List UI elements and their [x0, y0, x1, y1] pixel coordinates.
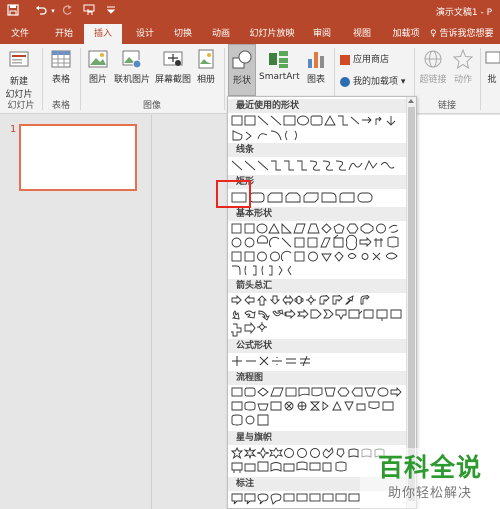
tab-review[interactable]: 审阅	[304, 24, 340, 44]
my-addins-icon	[340, 76, 350, 87]
new-slide-icon	[9, 51, 29, 67]
watermark-logo: 百科全说	[377, 453, 482, 482]
shapes-label: 形状	[232, 76, 251, 86]
save-icon[interactable]	[6, 4, 20, 18]
section-flowchart: 流程图	[228, 371, 406, 385]
my-addins-button[interactable]: 我的加载项 ▾	[340, 74, 405, 87]
tab-design[interactable]: 设计	[126, 24, 164, 44]
section-lines: 线条	[228, 143, 406, 157]
tab-view[interactable]: 视图	[344, 24, 380, 44]
tab-transitions[interactable]: 切换	[164, 24, 202, 44]
tab-slideshow[interactable]: 幻灯片放映	[244, 24, 300, 44]
globe-icon	[424, 50, 442, 68]
pictures-label: 图片	[88, 75, 107, 85]
tell-me-search[interactable]: ♀ 告诉我您想要	[430, 24, 500, 44]
tab-addins[interactable]: 加载项	[386, 24, 426, 44]
new-slide-button[interactable]: 新建 幻灯片	[4, 48, 34, 100]
smartart-icon	[269, 51, 288, 68]
watermark-subtitle: 助你轻松解决	[387, 486, 472, 501]
smartart-button[interactable]: SmartArt	[259, 48, 300, 82]
section-stars-banners: 星与旗帜	[228, 431, 406, 445]
slide-thumbnail[interactable]	[19, 124, 137, 191]
shapes-icon	[232, 50, 252, 69]
pictures-button[interactable]: 图片	[86, 48, 110, 85]
new-slide-label: 新建	[9, 77, 28, 87]
scrollbar-thumb[interactable]	[408, 107, 415, 501]
lines-row[interactable]	[231, 159, 409, 173]
chevron-down-icon: ▾	[398, 77, 406, 87]
equation-shapes-row[interactable]	[231, 355, 409, 369]
rectangles-row[interactable]	[231, 191, 409, 205]
store-label: 应用商店	[353, 55, 390, 65]
hyperlink-label: 超链接	[419, 75, 447, 85]
section-rectangles: 矩形	[228, 175, 406, 189]
smartart-label: SmartArt	[259, 72, 300, 82]
scroll-up-arrow-icon[interactable]	[408, 99, 414, 103]
screenshot-button[interactable]: 屏幕截图	[154, 48, 192, 85]
picture-icon	[88, 50, 108, 68]
comment-icon	[485, 51, 500, 64]
table-icon	[51, 50, 71, 68]
album-icon	[198, 49, 214, 69]
shapes-button[interactable]: 形状	[228, 44, 256, 96]
tab-file[interactable]: 文件	[0, 24, 40, 44]
comment-button[interactable]: 批	[484, 48, 500, 85]
online-pictures-button[interactable]: 联机图片	[112, 48, 152, 85]
section-basic-shapes: 基本形状	[228, 207, 406, 221]
section-block-arrows: 箭头总汇	[228, 279, 406, 293]
table-button[interactable]: 表格	[48, 48, 74, 85]
chart-icon	[308, 52, 324, 68]
group-links-label: 链接	[437, 101, 456, 111]
slide-thumbnail-pane: 1	[0, 115, 152, 509]
tab-home[interactable]: 开始	[44, 24, 84, 44]
online-pictures-label: 联机图片	[113, 75, 150, 85]
section-equation-shapes: 公式形状	[228, 339, 406, 353]
online-picture-icon	[122, 50, 142, 69]
slide-number: 1	[10, 124, 17, 135]
comment-label: 批	[487, 75, 497, 85]
action-label: 动作	[453, 75, 472, 85]
hyperlink-button[interactable]: 超链接	[418, 48, 448, 85]
table-label: 表格	[51, 75, 70, 85]
chart-button[interactable]: 图表	[303, 48, 329, 85]
redo-icon[interactable]	[60, 4, 74, 18]
screenshot-icon	[163, 51, 183, 66]
recent-shapes-row[interactable]	[231, 115, 409, 143]
album-label: 相册	[196, 75, 215, 85]
document-title: 演示文稿1 - P	[435, 8, 492, 18]
basic-shapes-grid[interactable]	[231, 223, 409, 279]
star-icon	[452, 48, 474, 70]
undo-dropdown-icon[interactable]: ▾	[46, 4, 60, 18]
rectangle-highlight-box	[216, 180, 251, 208]
my-addins-label: 我的加载项	[353, 77, 399, 87]
store-button[interactable]: 应用商店	[340, 52, 389, 65]
flowchart-grid[interactable]	[231, 387, 409, 429]
customize-icon[interactable]	[104, 4, 118, 18]
tab-insert[interactable]: 插入	[84, 24, 122, 44]
ribbon-tabs: 文件 开始 插入 设计 切换 动画 幻灯片放映 审阅 视图 加载项 ♀ 告诉我您…	[0, 24, 500, 44]
title-bar: ▾ 演示文稿1 - P	[0, 0, 500, 24]
action-button[interactable]: 动作	[450, 48, 476, 85]
block-arrows-grid[interactable]	[231, 295, 409, 337]
group-slides-label: 幻灯片	[7, 101, 35, 111]
tab-animations[interactable]: 动画	[202, 24, 240, 44]
screenshot-label: 屏幕截图	[154, 75, 191, 85]
touch-mode-icon[interactable]	[82, 4, 96, 18]
group-images-label: 图像	[142, 101, 161, 111]
chart-label: 图表	[306, 75, 325, 85]
group-tables-label: 表格	[51, 101, 70, 111]
store-icon	[340, 54, 350, 65]
album-button[interactable]: 相册	[194, 48, 218, 85]
watermark: 百科全说 助你轻松解决	[360, 448, 500, 509]
section-recent-shapes: 最近使用的形状	[228, 99, 406, 113]
